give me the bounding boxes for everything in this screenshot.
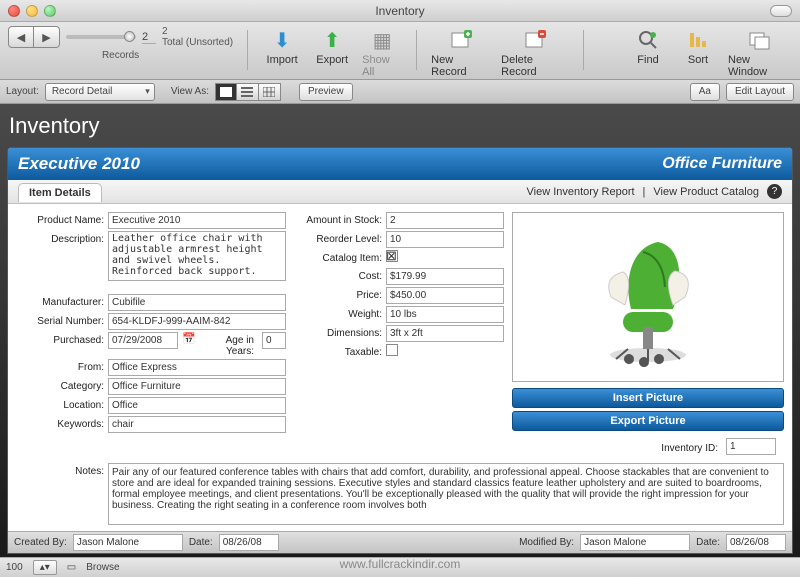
view-inventory-report-link[interactable]: View Inventory Report <box>527 186 635 198</box>
new-record-button[interactable]: New Record <box>431 26 491 78</box>
record-slider[interactable] <box>66 35 136 39</box>
category-field[interactable] <box>108 378 286 395</box>
main-toolbar: ◀ ▶ 2 2 Total (Unsorted) Records ⬇Import… <box>0 22 800 80</box>
preview-button[interactable]: Preview <box>299 83 353 101</box>
zoom-control[interactable]: ▴▾ <box>33 560 57 575</box>
import-button[interactable]: ⬇Import <box>262 26 302 66</box>
modified-date-field <box>726 534 786 551</box>
import-icon: ⬇ <box>268 26 296 54</box>
view-form-button[interactable] <box>215 83 237 101</box>
description-field[interactable] <box>108 231 286 281</box>
from-field[interactable] <box>108 359 286 376</box>
cost-field[interactable] <box>386 268 504 285</box>
help-icon[interactable]: ? <box>767 184 782 199</box>
export-icon: ⬆ <box>318 26 346 54</box>
age-field[interactable] <box>262 332 286 349</box>
amount-in-stock-field[interactable] <box>386 212 504 229</box>
keywords-field[interactable] <box>108 416 286 433</box>
chair-icon <box>583 227 713 367</box>
delete-record-icon <box>521 26 549 54</box>
layout-dropdown[interactable]: Record Detail <box>45 83 155 101</box>
edit-layout-button[interactable]: Edit Layout <box>726 83 794 101</box>
inventory-id-field[interactable] <box>726 438 776 455</box>
mode-indicator: Browse <box>86 562 119 573</box>
record-category: Office Furniture <box>662 155 782 173</box>
catalog-item-checkbox[interactable] <box>386 250 398 262</box>
notes-field[interactable]: Pair any of our featured conference tabl… <box>108 463 784 525</box>
record-prev-button[interactable]: ◀ <box>8 26 34 48</box>
record-total-label: Total (Unsorted) <box>162 37 233 48</box>
show-all-icon: ▦ <box>368 26 396 54</box>
serial-number-field[interactable] <box>108 313 286 330</box>
view-table-button[interactable] <box>259 83 281 101</box>
manufacturer-field[interactable] <box>108 294 286 311</box>
reorder-level-field[interactable] <box>386 231 504 248</box>
created-date-field <box>219 534 279 551</box>
toolbar-pill-button[interactable] <box>770 5 792 17</box>
location-field[interactable] <box>108 397 286 414</box>
product-name-field[interactable] <box>108 212 286 229</box>
viewas-label: View As: <box>171 86 209 97</box>
new-window-button[interactable]: New Window <box>728 26 792 78</box>
page-title: Inventory <box>7 109 793 147</box>
new-window-icon <box>746 26 774 54</box>
content-area: Inventory Executive 2010 Office Furnitur… <box>0 104 800 557</box>
record-card: Executive 2010 Office Furniture Item Det… <box>7 147 793 554</box>
delete-record-button[interactable]: Delete Record <box>501 26 569 78</box>
layout-bar: Layout: Record Detail View As: Preview A… <box>0 80 800 104</box>
weight-field[interactable] <box>386 306 504 323</box>
titlebar: Inventory <box>0 0 800 22</box>
record-product-name: Executive 2010 <box>18 154 140 174</box>
product-image[interactable] <box>512 212 784 382</box>
export-button[interactable]: ⬆Export <box>312 26 352 66</box>
view-list-button[interactable] <box>237 83 259 101</box>
layout-label: Layout: <box>6 86 39 97</box>
record-header: Executive 2010 Office Furniture <box>8 148 792 180</box>
price-field[interactable] <box>386 287 504 304</box>
tab-item-details[interactable]: Item Details <box>18 183 102 202</box>
taxable-checkbox[interactable] <box>386 344 398 356</box>
export-picture-button[interactable]: Export Picture <box>512 411 784 431</box>
status-bar: 100 ▴▾ ▭ Browse <box>0 557 800 577</box>
dimensions-field[interactable] <box>386 325 504 342</box>
purchased-field[interactable] <box>108 332 178 349</box>
text-size-button[interactable]: Aa <box>690 83 720 101</box>
records-label: Records <box>102 50 139 61</box>
sort-button[interactable]: Sort <box>678 26 718 66</box>
created-by-field <box>73 534 183 551</box>
show-all-button[interactable]: ▦Show All <box>362 26 402 78</box>
window-title: Inventory <box>0 4 800 18</box>
sort-icon <box>684 26 712 54</box>
record-current: 2 <box>142 31 156 44</box>
modified-by-field <box>580 534 690 551</box>
insert-picture-button[interactable]: Insert Picture <box>512 388 784 408</box>
view-product-catalog-link[interactable]: View Product Catalog <box>653 186 759 198</box>
new-record-icon <box>447 26 475 54</box>
find-icon <box>634 26 662 54</box>
find-button[interactable]: Find <box>628 26 668 66</box>
record-footer: Created By: Date: Modified By: Date: <box>8 531 792 553</box>
record-total-count: 2 <box>162 26 233 37</box>
record-next-button[interactable]: ▶ <box>34 26 60 48</box>
calendar-icon[interactable]: 📅 <box>182 332 196 357</box>
zoom-value: 100 <box>6 562 23 573</box>
